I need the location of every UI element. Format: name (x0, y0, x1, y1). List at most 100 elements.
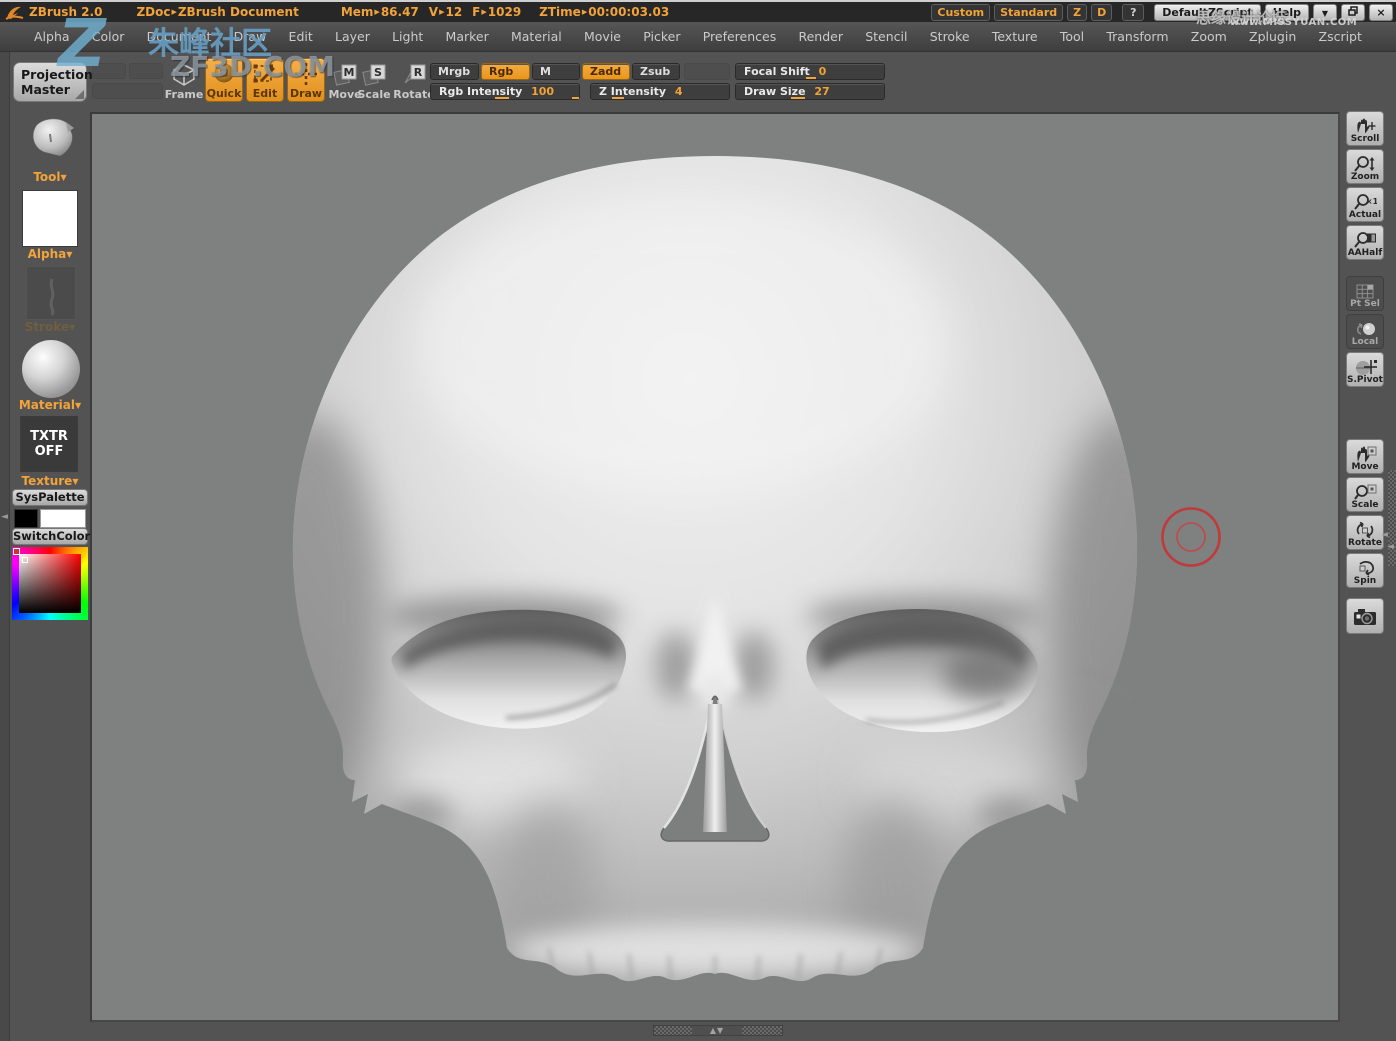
menu-item-material[interactable]: Material (511, 29, 562, 44)
mem-label: Mem (341, 5, 374, 19)
menu-item-color[interactable]: Color (92, 29, 125, 44)
snapshot-camera-button[interactable] (1346, 598, 1384, 634)
actual-button[interactable]: ×1 Actual (1346, 187, 1384, 222)
main-color-swatch[interactable] (40, 509, 86, 528)
window-restore-button[interactable] (1341, 4, 1365, 21)
rotate-mode-button[interactable]: R Rotate (394, 60, 434, 102)
frame-label: Frame (165, 89, 204, 100)
menu-item-draw[interactable]: Draw (234, 29, 267, 44)
menu-item-transform[interactable]: Transform (1106, 29, 1168, 44)
menu-item-picker[interactable]: Picker (643, 29, 680, 44)
menu-item-alpha[interactable]: Alpha (34, 29, 70, 44)
syspalette-button[interactable]: SysPalette (12, 489, 88, 506)
zcut-button-disabled (684, 63, 730, 80)
menu-item-zscript[interactable]: Zscript (1319, 29, 1362, 44)
scale-mode-button[interactable]: S Scale (356, 60, 392, 102)
chevron-down-icon: ▼ (66, 250, 72, 259)
hotkey-underline (612, 97, 624, 99)
scroll-button[interactable]: Scroll (1346, 111, 1384, 146)
material-palette-label[interactable]: Material▼ (12, 398, 88, 412)
help-button[interactable]: Help (1265, 4, 1309, 21)
sv-marker[interactable] (22, 557, 28, 563)
window-menu-button[interactable]: ▼ (1313, 4, 1337, 21)
menu-item-marker[interactable]: Marker (446, 29, 489, 44)
zadd-button[interactable]: Zadd (582, 63, 630, 80)
scroll-up-icon[interactable]: ▲ (710, 1026, 717, 1035)
sphere-icon (212, 62, 236, 86)
tool-preview[interactable] (22, 112, 78, 170)
draw-size-slider[interactable]: Draw Size 27 (735, 83, 885, 100)
svg-text:×1: ×1 (1366, 197, 1377, 206)
color-picker-gradient[interactable] (19, 554, 81, 613)
alpha-palette-label[interactable]: Alpha▼ (22, 247, 78, 261)
material-preview[interactable] (22, 340, 80, 398)
zoom-button[interactable]: Zoom (1346, 149, 1384, 184)
menu-item-zoom[interactable]: Zoom (1191, 29, 1227, 44)
menu-item-edit[interactable]: Edit (289, 29, 313, 44)
quick-label: Quick (207, 88, 242, 99)
v-value: 12 (445, 5, 462, 19)
tray-collapse-arrow-icon[interactable]: ◄ (1, 512, 8, 522)
switchcolor-button[interactable]: SwitchColor (12, 528, 88, 545)
m-button[interactable]: M (532, 63, 580, 80)
alpha-preview[interactable] (22, 190, 78, 247)
menu-item-tool[interactable]: Tool (1060, 29, 1084, 44)
window-close-button[interactable]: × (1369, 4, 1393, 21)
flag-arrow-icon: ▶ (374, 8, 379, 16)
z-button[interactable]: Z (1067, 4, 1087, 21)
edit-mode-button[interactable]: Edit (246, 58, 284, 102)
menu-item-stroke[interactable]: Stroke (930, 29, 970, 44)
scroll-down-icon[interactable]: ▼ (717, 1026, 724, 1035)
quick-mode-button[interactable]: Quick (205, 58, 243, 102)
rgb-button[interactable]: Rgb (481, 63, 530, 80)
zsub-button[interactable]: Zsub (632, 63, 680, 80)
standard-ui-button[interactable]: Standard (994, 4, 1063, 21)
spin-button[interactable]: Spin (1346, 553, 1384, 588)
s-pivot-button[interactable]: S.Pivot (1346, 352, 1384, 387)
hue-marker[interactable] (13, 548, 20, 555)
tray-collapse-arrow-icon[interactable]: ◄ (1387, 542, 1394, 552)
scale-3d-button[interactable]: Scale (1346, 477, 1384, 512)
texture-preview[interactable]: TXTR OFF (20, 416, 78, 472)
menu-item-zplugin[interactable]: Zplugin (1249, 29, 1296, 44)
menu-item-stencil[interactable]: Stencil (865, 29, 907, 44)
menu-item-layer[interactable]: Layer (335, 29, 370, 44)
skull-model[interactable] (92, 114, 1338, 1020)
z-intensity-slider[interactable]: Z Intensity 4 (590, 83, 730, 100)
tray-collapse-arrow-icon[interactable]: ◄ (1381, 530, 1388, 540)
draw-mode-button[interactable]: Draw (287, 58, 325, 102)
hotkey-underline (806, 77, 816, 79)
rgb-intensity-label: Rgb Intensity (439, 85, 522, 98)
texture-palette-label[interactable]: Texture▼ (12, 474, 88, 488)
menu-item-movie[interactable]: Movie (584, 29, 621, 44)
menu-item-texture[interactable]: Texture (992, 29, 1038, 44)
actual-button-label: Actual (1349, 210, 1381, 220)
default-zscript-button[interactable]: DefaultZScript (1154, 4, 1260, 21)
secondary-color-swatch[interactable] (14, 509, 38, 528)
d-button[interactable]: D (1091, 4, 1112, 21)
scrollbar-arrows[interactable]: ▲▼ (692, 1026, 742, 1035)
rotate-3d-button[interactable]: Rotate (1346, 515, 1384, 550)
document-canvas[interactable] (90, 112, 1340, 1022)
mrgb-button[interactable]: Mrgb (430, 63, 479, 80)
aahalf-button[interactable]: AAHalf (1346, 225, 1384, 260)
local-button-label: Local (1352, 337, 1378, 347)
menu-item-preferences[interactable]: Preferences (703, 29, 777, 44)
custom-ui-button[interactable]: Custom (931, 4, 990, 21)
m-badge-icon: M (331, 63, 359, 87)
menu-item-document[interactable]: Document (147, 29, 212, 44)
brush-cursor (1163, 509, 1220, 566)
help-question-button[interactable]: ? (1122, 4, 1144, 21)
tool-palette-label[interactable]: Tool▼ (22, 170, 78, 184)
disabled-shelf-button (92, 63, 126, 79)
menu-item-render[interactable]: Render (798, 29, 843, 44)
zdoc-label[interactable]: ZDoc (136, 5, 170, 19)
move-3d-button[interactable]: Move (1346, 439, 1384, 474)
left-tray-divider[interactable]: ◄ (0, 52, 10, 1041)
menu-item-light[interactable]: Light (392, 29, 423, 44)
material-label-text: Material (19, 398, 75, 412)
canvas-horizontal-scrollbar[interactable]: ▲▼ (653, 1025, 783, 1036)
frame-button[interactable]: Frame (166, 60, 202, 102)
rotate-arrows-icon (1353, 521, 1377, 539)
rgb-intensity-value: 100 (531, 85, 554, 98)
